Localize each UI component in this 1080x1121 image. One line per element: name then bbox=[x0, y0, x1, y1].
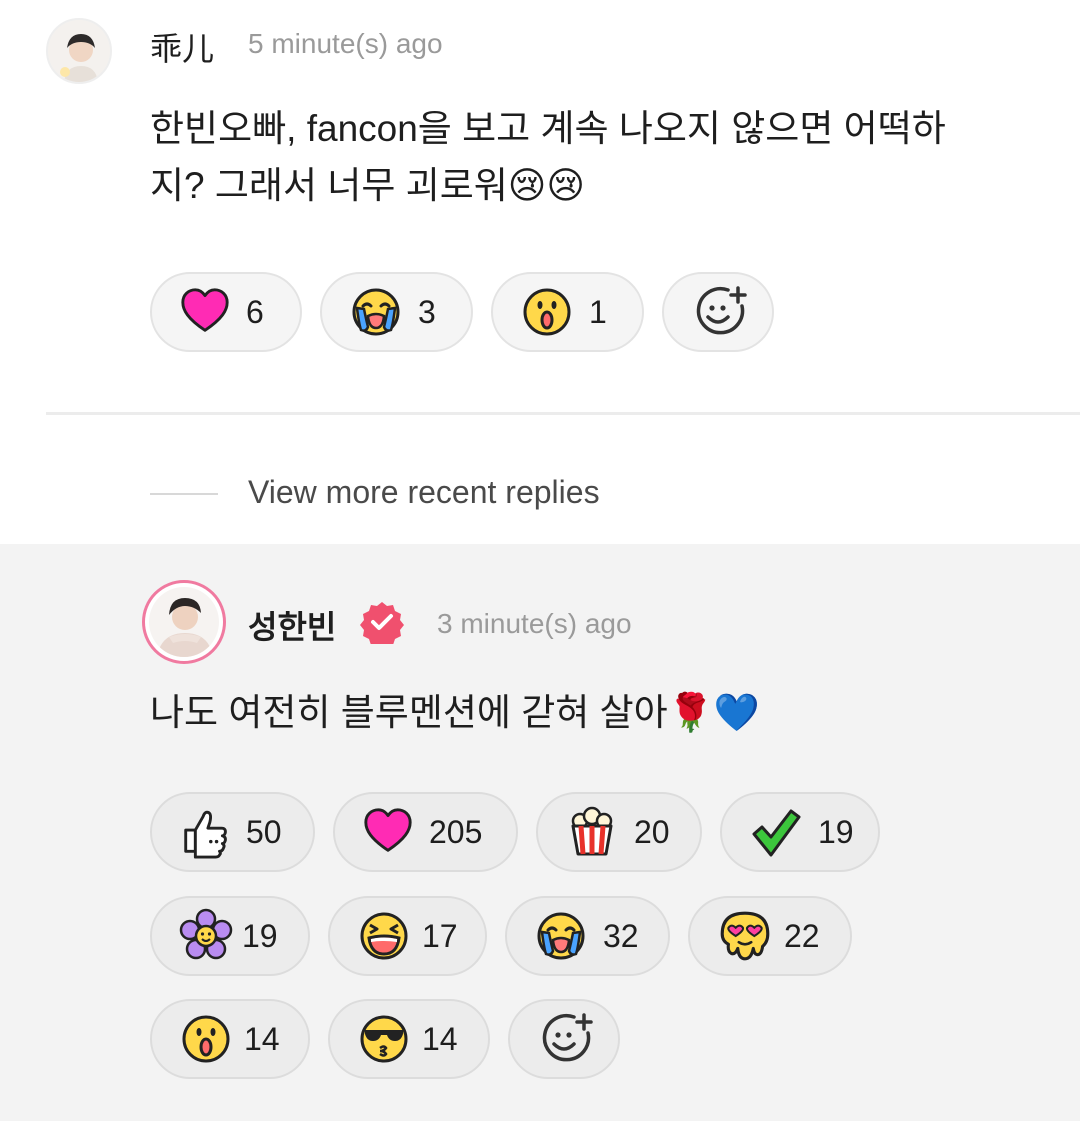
reaction-chip-surprised[interactable]: 1 bbox=[491, 272, 644, 352]
verified-badge-icon bbox=[360, 602, 404, 644]
comment-text-line1: 한빈오빠, fancon을 보고 계속 나오지 않으면 어떡하 bbox=[150, 108, 946, 149]
flower-icon bbox=[178, 908, 234, 964]
sunglasses-kiss-face-icon bbox=[356, 1011, 412, 1067]
reaction-count: 6 bbox=[246, 293, 264, 330]
reaction-chip-melting-heart-eyes[interactable]: 22 bbox=[688, 896, 852, 976]
add-reaction-icon bbox=[692, 284, 748, 340]
reaction-chip-popcorn[interactable]: 20 bbox=[536, 792, 702, 872]
reaction-chip-crying[interactable]: 32 bbox=[505, 896, 670, 976]
thumbs-up-icon bbox=[178, 805, 232, 859]
view-more-line bbox=[150, 493, 218, 495]
reaction-count: 14 bbox=[244, 1020, 280, 1057]
crying-face-icon bbox=[348, 284, 404, 340]
reaction-chip-surprised[interactable]: 14 bbox=[150, 999, 310, 1079]
avatar-image bbox=[149, 587, 219, 657]
reaction-chip-checkmark[interactable]: 19 bbox=[720, 792, 880, 872]
view-more-replies-link[interactable]: View more recent replies bbox=[248, 474, 600, 511]
reply-avatar[interactable] bbox=[142, 580, 226, 664]
reply-timestamp: 3 minute(s) ago bbox=[437, 608, 632, 639]
reaction-count: 3 bbox=[418, 293, 436, 330]
laughing-face-icon bbox=[356, 908, 412, 964]
reaction-count: 19 bbox=[242, 917, 278, 954]
reaction-count: 22 bbox=[784, 917, 820, 954]
reaction-chip-sunglasses-kiss[interactable]: 14 bbox=[328, 999, 490, 1079]
commenter-name[interactable]: 乖儿 bbox=[150, 24, 214, 70]
reaction-count: 205 bbox=[429, 813, 483, 850]
add-reaction-button[interactable] bbox=[662, 272, 774, 352]
section-divider bbox=[46, 412, 1080, 415]
reaction-chip-crying[interactable]: 3 bbox=[320, 272, 473, 352]
reaction-count: 32 bbox=[603, 917, 639, 954]
reaction-chip-heart[interactable]: 6 bbox=[150, 272, 302, 352]
popcorn-icon bbox=[564, 804, 620, 860]
reply-section: 성한빈 3 minute(s) ago 나도 여전히 블루멘션에 갇혀 살아🌹💙… bbox=[0, 544, 1080, 1121]
checkmark-icon bbox=[748, 804, 804, 860]
surprised-face-icon bbox=[519, 284, 575, 340]
reply-author-name[interactable]: 성한빈 bbox=[248, 602, 336, 648]
reaction-chip-laughing[interactable]: 17 bbox=[328, 896, 487, 976]
reaction-chip-thumbs-up[interactable]: 50 bbox=[150, 792, 315, 872]
comment-text: 한빈오빠, fancon을 보고 계속 나오지 않으면 어떡하 지? 그래서 너… bbox=[150, 100, 1050, 214]
heart-icon bbox=[178, 285, 232, 339]
reaction-count: 50 bbox=[246, 813, 282, 850]
add-reaction-button[interactable] bbox=[508, 999, 620, 1079]
commenter-avatar[interactable] bbox=[46, 18, 112, 84]
avatar-image bbox=[48, 20, 110, 82]
melting-heart-eyes-icon bbox=[716, 907, 774, 965]
reaction-count: 14 bbox=[422, 1020, 458, 1057]
crying-face-icon bbox=[533, 908, 589, 964]
reaction-count: 17 bbox=[422, 917, 458, 954]
add-reaction-icon bbox=[538, 1011, 594, 1067]
reaction-count: 1 bbox=[589, 293, 607, 330]
comment-text-line2: 지? 그래서 너무 괴로워😢😢 bbox=[150, 165, 585, 206]
reply-text: 나도 여전히 블루멘션에 갇혀 살아🌹💙 bbox=[150, 692, 760, 733]
reaction-chip-flower[interactable]: 19 bbox=[150, 896, 310, 976]
heart-icon bbox=[361, 805, 415, 859]
surprised-face-icon bbox=[178, 1011, 234, 1067]
reaction-chip-heart[interactable]: 205 bbox=[333, 792, 518, 872]
reaction-count: 19 bbox=[818, 813, 854, 850]
reaction-count: 20 bbox=[634, 813, 670, 850]
comment-timestamp: 5 minute(s) ago bbox=[248, 28, 443, 59]
